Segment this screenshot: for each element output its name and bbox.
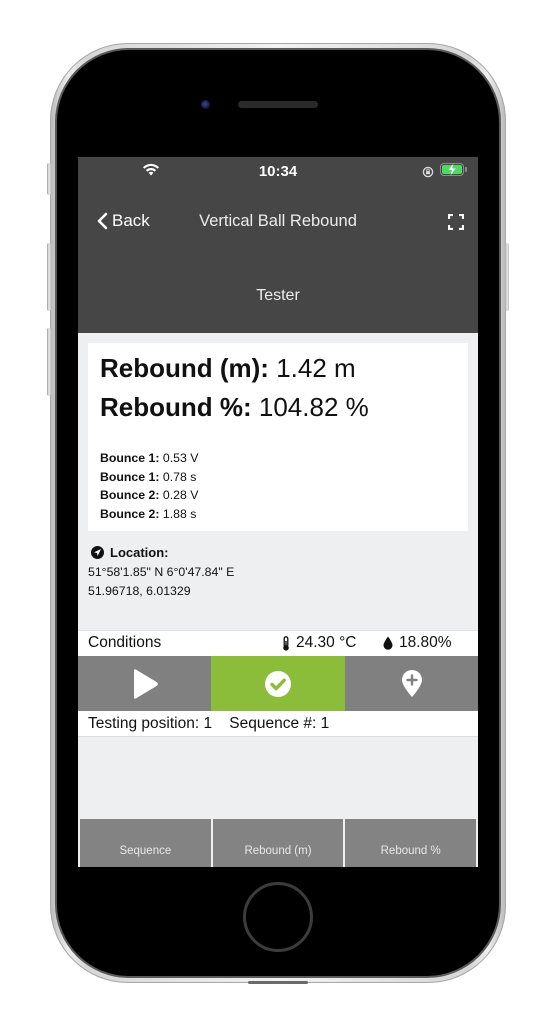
app-screen: 10:34 Back Vertical Ball Rebound Tester … bbox=[78, 157, 478, 867]
power-button bbox=[505, 243, 509, 311]
rotation-lock-icon bbox=[422, 165, 434, 183]
check-circle-icon bbox=[265, 670, 291, 697]
rebound-m-line: Rebound (m): 1.42 m bbox=[100, 353, 356, 384]
bounce-label: Bounce 2: bbox=[100, 506, 160, 521]
play-icon bbox=[133, 668, 158, 699]
location-heading: Location: bbox=[91, 543, 234, 563]
status-time: 10:34 bbox=[258, 163, 298, 180]
navigation-bar: Back Vertical Ball Rebound bbox=[78, 205, 478, 239]
conditions-bar: Conditions 24.30 °C 18.80% bbox=[78, 630, 478, 656]
humidity-reading: 18.80% bbox=[383, 634, 452, 652]
location-section: Location: 51°58'1.85" N 6°0'47.84" E 51.… bbox=[88, 543, 234, 602]
bounce-value: 0.28 V bbox=[162, 488, 199, 502]
bounce-label: Bounce 2: bbox=[100, 488, 160, 502]
location-arrow-icon bbox=[91, 546, 104, 560]
humidity-value: 18.80% bbox=[399, 634, 452, 651]
bounce-label: Bounce 1: bbox=[100, 469, 160, 484]
rebound-pct-line: Rebound %: 104.82 % bbox=[100, 392, 369, 423]
thermometer-icon bbox=[283, 635, 289, 651]
action-bar bbox=[78, 656, 478, 711]
app-header: 10:34 Back Vertical Ball Rebound Tester bbox=[78, 157, 478, 333]
temperature-value: 24.30 °C bbox=[296, 634, 357, 651]
bounce-item: Bounce 1: 0.78 s bbox=[100, 468, 198, 487]
result-card: Rebound (m): 1.42 m Rebound %: 104.82 % … bbox=[88, 343, 468, 531]
charging-bolt-icon bbox=[445, 163, 459, 181]
temperature-reading: 24.30 °C bbox=[282, 634, 357, 652]
tab-rebound-pct[interactable]: Rebound % bbox=[345, 819, 477, 867]
front-camera bbox=[201, 100, 210, 109]
conditions-label: Conditions bbox=[88, 634, 162, 651]
bounce-item: Bounce 1: 0.53 V bbox=[100, 449, 198, 468]
mute-switch bbox=[47, 163, 51, 195]
confirm-button[interactable] bbox=[211, 656, 345, 711]
page-title: Vertical Ball Rebound bbox=[199, 212, 357, 230]
play-button[interactable] bbox=[78, 656, 211, 711]
bounce-value: 0.78 s bbox=[162, 469, 197, 484]
location-dms: 51°58'1.85" N 6°0'47.84" E bbox=[88, 564, 235, 579]
volume-down-button bbox=[47, 328, 51, 396]
bounce-list: Bounce 1: 0.53 V Bounce 1: 0.78 s Bounce… bbox=[100, 449, 198, 523]
bounce-value: 0.53 V bbox=[162, 451, 199, 465]
bottom-edge bbox=[248, 981, 308, 984]
position-bar: Testing position: 1 Sequence #: 1 bbox=[78, 711, 478, 737]
bottom-tab-bar: Sequence Rebound (m) Rebound % bbox=[80, 819, 477, 867]
bounce-item: Bounce 2: 1.88 s bbox=[100, 505, 198, 524]
rebound-pct-label: Rebound %: bbox=[100, 392, 252, 422]
humidity-drop-icon bbox=[383, 636, 393, 650]
status-bar: 10:34 bbox=[78, 157, 478, 185]
home-button[interactable] bbox=[243, 882, 313, 952]
testing-position-text: Testing position: 1 Sequence #: 1 bbox=[88, 715, 330, 732]
rebound-m-value: 1.42 m bbox=[276, 353, 356, 383]
map-pin-plus-icon bbox=[401, 669, 422, 697]
bounce-label: Bounce 1: bbox=[100, 451, 160, 465]
tab-rebound-m[interactable]: Rebound (m) bbox=[212, 819, 344, 867]
location-label: Location: bbox=[110, 545, 169, 560]
location-decimal: 51.96718, 6.01329 bbox=[88, 584, 191, 598]
bounce-item: Bounce 2: 0.28 V bbox=[100, 486, 198, 505]
tab-sequence[interactable]: Sequence bbox=[80, 819, 211, 867]
battery-tip bbox=[465, 167, 467, 172]
add-location-button[interactable] bbox=[345, 656, 478, 711]
volume-up-button bbox=[47, 243, 51, 311]
rebound-m-label: Rebound (m): bbox=[100, 353, 269, 383]
earpiece-speaker bbox=[238, 101, 318, 108]
bounce-value: 1.88 s bbox=[162, 506, 197, 521]
page-subtitle: Tester bbox=[256, 287, 300, 304]
rebound-pct-value: 104.82 % bbox=[258, 392, 369, 422]
fullscreen-icon[interactable] bbox=[447, 213, 465, 235]
